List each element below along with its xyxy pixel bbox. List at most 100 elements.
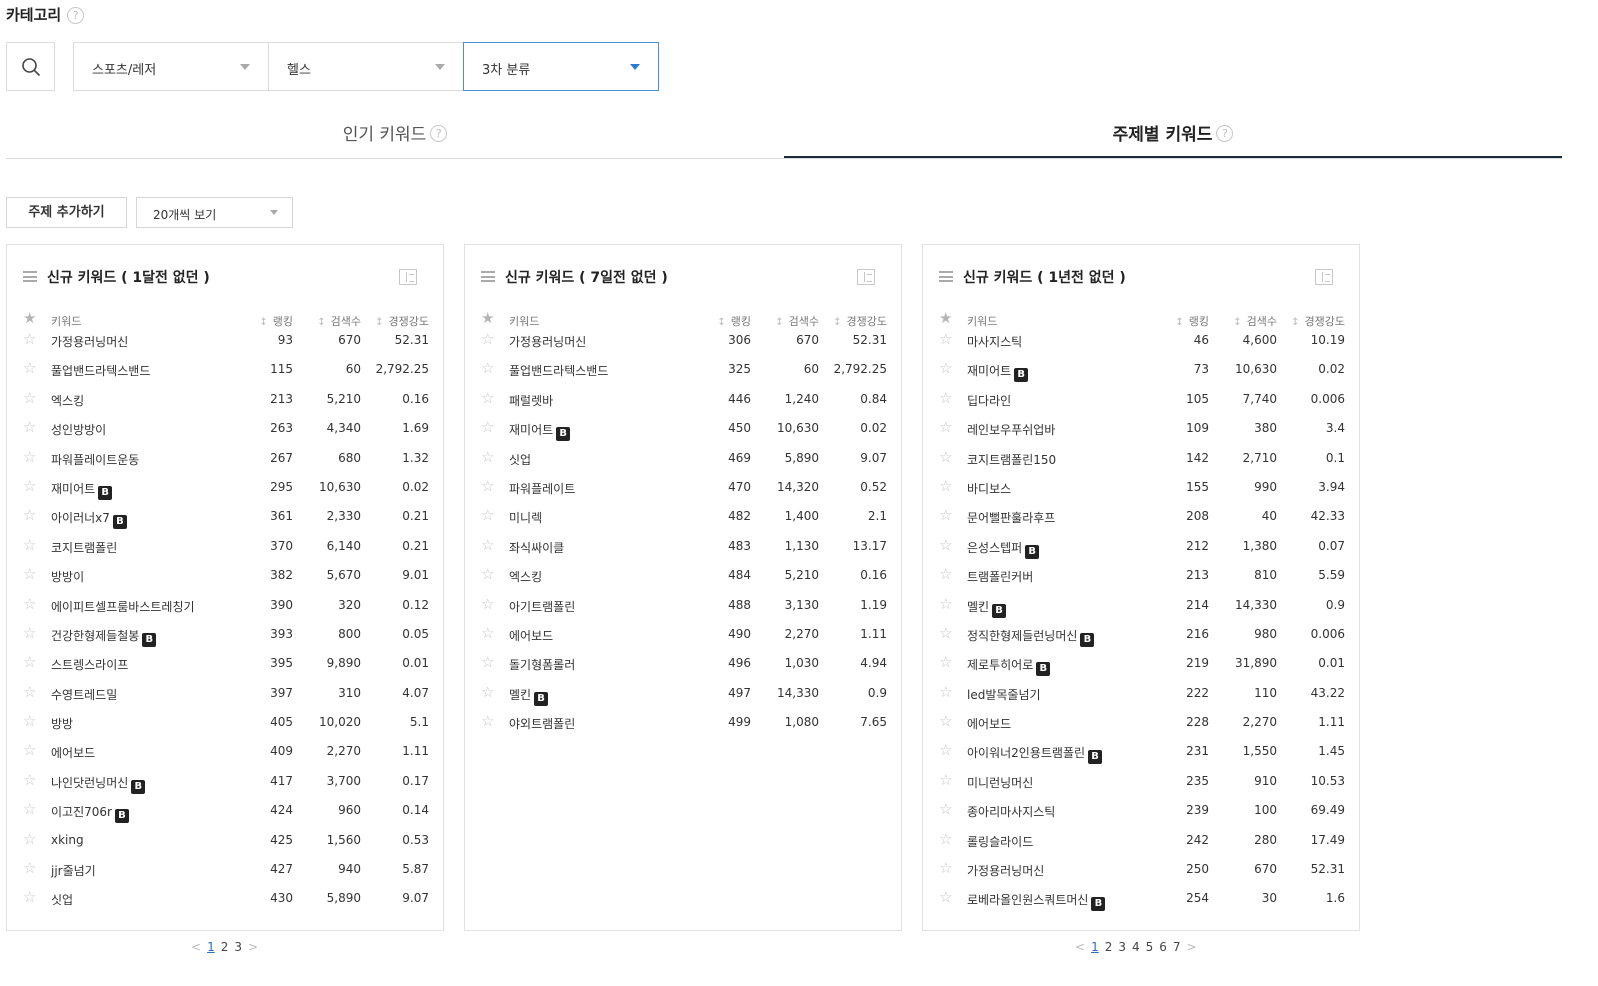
keyword-link[interactable]: 스트렝스라이프 bbox=[51, 656, 128, 673]
column-rank[interactable]: ↕ 랭킹 bbox=[243, 313, 293, 329]
prev-page-icon[interactable]: < bbox=[1075, 940, 1085, 954]
keyword-link[interactable]: 코지트램폴린 bbox=[51, 539, 117, 556]
star-filled-icon[interactable]: ★ bbox=[23, 311, 36, 326]
column-competition[interactable]: ↕ 경쟁강도 bbox=[367, 313, 429, 329]
keyword-link[interactable]: 방방이 bbox=[51, 568, 84, 585]
column-competition[interactable]: ↕ 경쟁강도 bbox=[1283, 313, 1345, 329]
next-page-icon[interactable]: > bbox=[248, 940, 258, 954]
star-outline-icon[interactable]: ☆ bbox=[939, 802, 952, 817]
column-rank[interactable]: ↕ 랭킹 bbox=[1159, 313, 1209, 329]
star-outline-icon[interactable]: ☆ bbox=[939, 390, 952, 406]
keyword-link[interactable]: 에어보드 bbox=[509, 627, 553, 644]
star-outline-icon[interactable]: ☆ bbox=[23, 508, 36, 523]
keyword-link[interactable]: 미니렉 bbox=[509, 509, 542, 526]
drag-handle-icon[interactable] bbox=[939, 271, 953, 282]
star-outline-icon[interactable]: ☆ bbox=[481, 596, 494, 612]
keyword-link[interactable]: 싯업 bbox=[51, 891, 73, 908]
keyword-link[interactable]: 롤링슬라이드 bbox=[967, 833, 1033, 850]
drag-handle-icon[interactable] bbox=[23, 271, 37, 282]
keyword-link[interactable]: 가정용러닝머신 bbox=[967, 862, 1044, 879]
keyword-link[interactable]: 레인보우푸쉬업바 bbox=[967, 421, 1055, 438]
keyword-link[interactable]: jjr줄넘기 bbox=[51, 862, 96, 879]
keyword-link[interactable]: 가정용러닝머신 bbox=[51, 333, 128, 350]
keyword-link[interactable]: 엑스킹 bbox=[51, 392, 84, 409]
excel-download-icon[interactable] bbox=[1315, 269, 1333, 285]
star-outline-icon[interactable]: ☆ bbox=[23, 361, 36, 376]
star-outline-icon[interactable]: ☆ bbox=[481, 449, 494, 465]
excel-download-icon[interactable] bbox=[399, 269, 417, 285]
keyword-link[interactable]: 마사지스틱 bbox=[967, 333, 1022, 350]
keyword-link[interactable]: 로베라올인원스쿼트머신 B bbox=[967, 891, 1106, 912]
page-number[interactable]: 1 bbox=[207, 940, 215, 954]
star-outline-icon[interactable]: ☆ bbox=[23, 596, 36, 612]
star-outline-icon[interactable]: ☆ bbox=[481, 390, 494, 406]
keyword-link[interactable]: 멜킨 B bbox=[967, 598, 1007, 618]
keyword-link[interactable]: 재미어트 B bbox=[509, 421, 571, 442]
excel-download-icon[interactable] bbox=[857, 269, 875, 285]
star-outline-icon[interactable]: ☆ bbox=[481, 478, 494, 494]
view-count-select[interactable]: 20개씩 보기 bbox=[136, 197, 293, 228]
keyword-link[interactable]: 종아리마사지스틱 bbox=[967, 803, 1055, 820]
star-outline-icon[interactable]: ☆ bbox=[23, 890, 36, 905]
star-outline-icon[interactable]: ☆ bbox=[939, 596, 952, 612]
star-outline-icon[interactable]: ☆ bbox=[939, 861, 952, 876]
drag-handle-icon[interactable] bbox=[481, 271, 495, 282]
keyword-link[interactable]: 돌기형폼롤러 bbox=[509, 656, 575, 673]
page-number[interactable]: 3 bbox=[234, 940, 242, 954]
keyword-link[interactable]: 재미어트 B bbox=[967, 362, 1029, 383]
page-number[interactable]: 6 bbox=[1159, 940, 1167, 954]
star-outline-icon[interactable]: ☆ bbox=[939, 420, 952, 435]
keyword-link[interactable]: 은성스텝퍼 B bbox=[967, 539, 1040, 559]
star-outline-icon[interactable]: ☆ bbox=[939, 361, 952, 376]
keyword-link[interactable]: 야외트램폴린 bbox=[509, 715, 575, 732]
star-outline-icon[interactable]: ☆ bbox=[23, 655, 36, 670]
tab-popular-keywords[interactable]: 인기 키워드? bbox=[6, 112, 784, 158]
column-search-count[interactable]: ↕ 검색수 bbox=[301, 313, 361, 329]
star-outline-icon[interactable]: ☆ bbox=[939, 831, 952, 847]
column-rank[interactable]: ↕ 랭킹 bbox=[701, 313, 751, 329]
star-outline-icon[interactable]: ☆ bbox=[481, 420, 494, 435]
star-outline-icon[interactable]: ☆ bbox=[23, 831, 36, 847]
keyword-link[interactable]: 트램폴린커버 bbox=[967, 568, 1033, 585]
keyword-link[interactable]: 에어보드 bbox=[51, 744, 95, 761]
star-filled-icon[interactable]: ★ bbox=[481, 311, 494, 326]
keyword-link[interactable]: 아이러너x7 B bbox=[51, 509, 127, 530]
keyword-link[interactable]: 싯업 bbox=[509, 451, 531, 468]
page-number[interactable]: 2 bbox=[221, 940, 229, 954]
star-outline-icon[interactable]: ☆ bbox=[481, 625, 494, 641]
star-filled-icon[interactable]: ★ bbox=[939, 311, 952, 326]
page-number[interactable]: 2 bbox=[1105, 940, 1113, 954]
keyword-link[interactable]: 성인방방이 bbox=[51, 421, 106, 438]
star-outline-icon[interactable]: ☆ bbox=[481, 537, 494, 553]
star-outline-icon[interactable]: ☆ bbox=[481, 332, 494, 347]
keyword-link[interactable]: 좌식싸이클 bbox=[509, 539, 564, 556]
star-outline-icon[interactable]: ☆ bbox=[939, 684, 952, 700]
star-outline-icon[interactable]: ☆ bbox=[939, 890, 952, 905]
keyword-link[interactable]: 문어뻘판훌라후프 bbox=[967, 509, 1055, 526]
star-outline-icon[interactable]: ☆ bbox=[939, 655, 952, 670]
keyword-link[interactable]: 나인닷런닝머신 B bbox=[51, 774, 146, 794]
keyword-link[interactable]: 제로투히어로 B bbox=[967, 656, 1051, 677]
star-outline-icon[interactable]: ☆ bbox=[23, 449, 36, 465]
keyword-link[interactable]: 건강한형제들철봉 B bbox=[51, 627, 157, 647]
keyword-link[interactable]: 파워플레이트 bbox=[509, 480, 575, 497]
star-outline-icon[interactable]: ☆ bbox=[481, 508, 494, 523]
keyword-link[interactable]: 이고진706r B bbox=[51, 803, 129, 824]
prev-page-icon[interactable]: < bbox=[191, 940, 201, 954]
star-outline-icon[interactable]: ☆ bbox=[939, 567, 952, 582]
help-icon[interactable]: ? bbox=[1216, 125, 1234, 142]
page-number[interactable]: 1 bbox=[1091, 940, 1099, 954]
keyword-link[interactable]: 재미어트 B bbox=[51, 480, 113, 500]
keyword-link[interactable]: 수영트레드밀 bbox=[51, 686, 117, 703]
star-outline-icon[interactable]: ☆ bbox=[23, 625, 36, 641]
star-outline-icon[interactable]: ☆ bbox=[939, 625, 952, 641]
star-outline-icon[interactable]: ☆ bbox=[939, 332, 952, 347]
star-outline-icon[interactable]: ☆ bbox=[481, 684, 494, 700]
keyword-link[interactable]: 정직한형제들런닝머신 B bbox=[967, 627, 1095, 647]
keyword-link[interactable]: 멜킨 B bbox=[509, 686, 549, 706]
page-number[interactable]: 7 bbox=[1173, 940, 1181, 954]
keyword-link[interactable]: 패럴렛바 bbox=[509, 392, 553, 409]
column-competition[interactable]: ↕ 경쟁강도 bbox=[825, 313, 887, 329]
star-outline-icon[interactable]: ☆ bbox=[23, 332, 36, 347]
keyword-link[interactable]: 풀업밴드라텍스밴드 bbox=[51, 362, 150, 379]
